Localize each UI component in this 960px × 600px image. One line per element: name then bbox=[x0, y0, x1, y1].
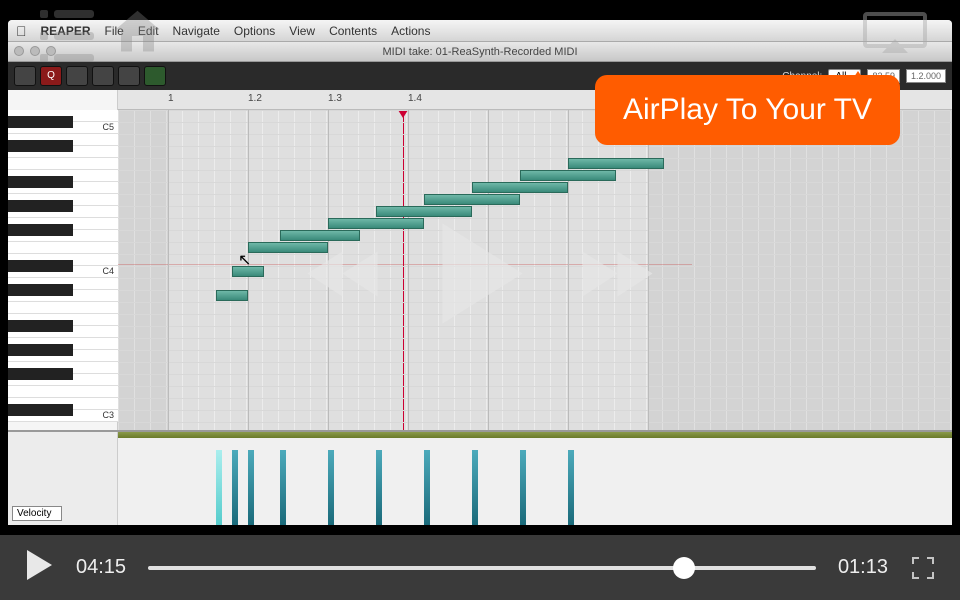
airplay-tooltip: AirPlay To Your TV bbox=[595, 75, 900, 145]
midi-note[interactable] bbox=[568, 158, 664, 169]
ruler-mark: 1.3 bbox=[328, 93, 342, 104]
remaining-time: 01:13 bbox=[838, 556, 888, 579]
overlay-nav bbox=[0, 0, 960, 60]
skip-back-button[interactable] bbox=[303, 246, 383, 306]
play-button[interactable] bbox=[433, 219, 528, 334]
velocity-bar[interactable] bbox=[376, 450, 382, 525]
video-center-controls bbox=[303, 219, 658, 334]
tool-button[interactable] bbox=[14, 66, 36, 86]
play-pause-button[interactable] bbox=[24, 548, 54, 587]
elapsed-time: 04:15 bbox=[76, 556, 126, 579]
player-bar: 04:15 01:13 bbox=[0, 535, 960, 600]
cursor-icon: ↖ bbox=[238, 250, 251, 270]
ruler-mark: 1.4 bbox=[408, 93, 422, 104]
velocity-bar[interactable] bbox=[232, 450, 238, 525]
skip-forward-button[interactable] bbox=[578, 246, 658, 306]
ruler-mark: 1.2 bbox=[248, 93, 262, 104]
position-display-2: 1.2.000 bbox=[906, 69, 946, 83]
midi-note[interactable] bbox=[424, 194, 520, 205]
quantize-button[interactable]: Q bbox=[40, 66, 62, 86]
midi-note[interactable] bbox=[216, 290, 248, 301]
ruler-mark: 1 bbox=[168, 93, 174, 104]
velocity-bar[interactable] bbox=[424, 450, 430, 525]
velocity-graph[interactable] bbox=[118, 432, 952, 525]
airplay-icon[interactable] bbox=[860, 8, 930, 58]
tool-button[interactable] bbox=[144, 66, 166, 86]
progress-bar[interactable] bbox=[148, 566, 816, 570]
velocity-bar[interactable] bbox=[248, 450, 254, 525]
midi-note[interactable] bbox=[520, 170, 616, 181]
fullscreen-icon[interactable] bbox=[910, 555, 936, 581]
midi-note[interactable] bbox=[472, 182, 568, 193]
velocity-lane-select[interactable]: Velocity bbox=[12, 506, 62, 521]
tool-button[interactable] bbox=[92, 66, 114, 86]
velocity-bar[interactable] bbox=[216, 450, 222, 525]
home-icon[interactable] bbox=[110, 5, 165, 55]
airplay-tooltip-text: AirPlay To Your TV bbox=[623, 93, 872, 126]
progress-handle[interactable] bbox=[673, 557, 695, 579]
tool-button[interactable] bbox=[66, 66, 88, 86]
piano-keyboard[interactable]: C5C4C3 bbox=[8, 90, 118, 430]
velocity-lane: Velocity bbox=[8, 430, 952, 525]
velocity-bar[interactable] bbox=[472, 450, 478, 525]
velocity-bar[interactable] bbox=[328, 450, 334, 525]
velocity-bar[interactable] bbox=[568, 450, 574, 525]
list-icon[interactable] bbox=[40, 5, 100, 45]
velocity-bar[interactable] bbox=[280, 450, 286, 525]
velocity-bar[interactable] bbox=[520, 450, 526, 525]
tool-button[interactable] bbox=[118, 66, 140, 86]
midi-note[interactable] bbox=[376, 206, 472, 217]
